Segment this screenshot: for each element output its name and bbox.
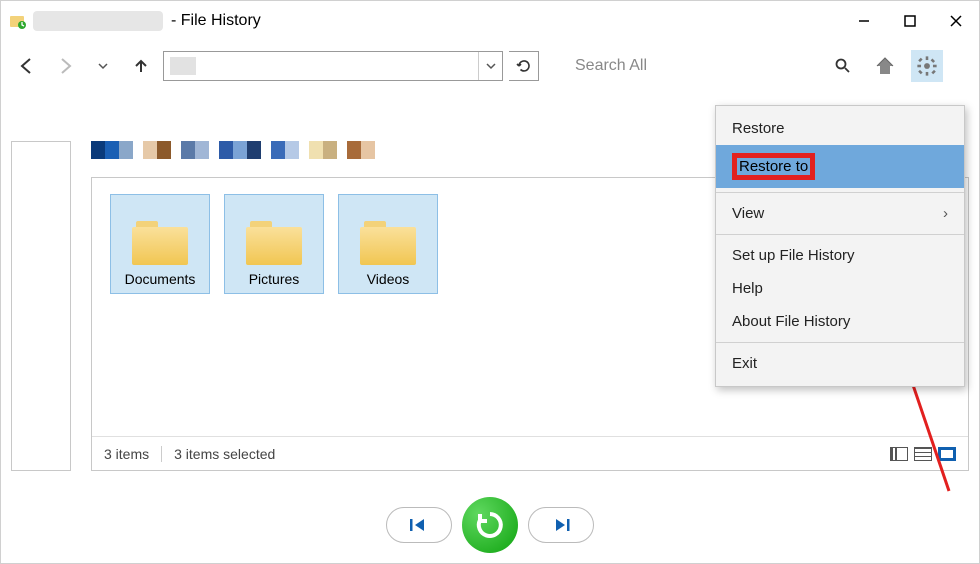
sidebar-panel[interactable] bbox=[11, 141, 71, 471]
chevron-right-icon: › bbox=[943, 205, 948, 222]
strip-swatch bbox=[271, 141, 285, 159]
address-input[interactable] bbox=[164, 52, 478, 80]
strip-swatch bbox=[247, 141, 261, 159]
strip-swatch bbox=[171, 141, 181, 159]
menu-label: About File History bbox=[732, 313, 850, 330]
details-view-button[interactable] bbox=[890, 447, 908, 461]
strip-swatch bbox=[309, 141, 323, 159]
menu-separator bbox=[716, 234, 964, 235]
search-placeholder: Search All bbox=[575, 57, 647, 75]
menu-setup[interactable]: Set up File History bbox=[716, 239, 964, 272]
maximize-button[interactable] bbox=[887, 1, 933, 41]
back-button[interactable] bbox=[11, 50, 43, 82]
strip-swatch bbox=[347, 141, 361, 159]
menu-view[interactable]: View › bbox=[716, 197, 964, 230]
next-version-button[interactable] bbox=[528, 507, 594, 543]
history-controls bbox=[1, 497, 979, 553]
menu-label: Restore to bbox=[739, 158, 808, 175]
list-view-button[interactable] bbox=[914, 447, 932, 461]
window-controls bbox=[841, 1, 979, 41]
folder-videos[interactable]: Videos bbox=[338, 194, 438, 294]
window-title: - File History bbox=[171, 12, 261, 30]
toolbar: Search All bbox=[1, 41, 979, 91]
history-dropdown[interactable] bbox=[87, 50, 119, 82]
menu-label: Help bbox=[732, 280, 763, 297]
search-input[interactable]: Search All bbox=[567, 51, 859, 81]
status-separator bbox=[161, 446, 162, 462]
menu-help[interactable]: Help bbox=[716, 272, 964, 305]
folder-icon bbox=[360, 221, 416, 265]
folder-documents[interactable]: Documents bbox=[110, 194, 210, 294]
menu-separator bbox=[716, 192, 964, 193]
item-count: 3 items bbox=[104, 446, 149, 462]
close-button[interactable] bbox=[933, 1, 979, 41]
address-bar[interactable] bbox=[163, 51, 503, 81]
file-history-window: - File History bbox=[0, 0, 980, 564]
restore-button[interactable] bbox=[462, 497, 518, 553]
item-label: Documents bbox=[125, 271, 196, 287]
folder-icon bbox=[132, 221, 188, 265]
strip-swatch bbox=[157, 141, 171, 159]
strip-swatch bbox=[105, 141, 119, 159]
strip-swatch bbox=[323, 141, 337, 159]
previous-version-button[interactable] bbox=[386, 507, 452, 543]
status-bar: 3 items 3 items selected bbox=[92, 436, 968, 470]
menu-restore-to[interactable]: Restore to bbox=[716, 145, 964, 188]
address-thumbnail bbox=[170, 57, 196, 75]
menu-label: Set up File History bbox=[732, 247, 855, 264]
view-switcher bbox=[890, 447, 956, 461]
settings-context-menu: Restore Restore to View › Set up File Hi… bbox=[715, 105, 965, 387]
strip-swatch bbox=[261, 141, 271, 159]
strip-swatch bbox=[181, 141, 195, 159]
refresh-button[interactable] bbox=[509, 51, 539, 81]
search-icon bbox=[835, 58, 851, 74]
strip-swatch bbox=[361, 141, 375, 159]
folder-icon bbox=[246, 221, 302, 265]
folder-pictures[interactable]: Pictures bbox=[224, 194, 324, 294]
strip-swatch bbox=[337, 141, 347, 159]
minimize-button[interactable] bbox=[841, 1, 887, 41]
selection-count: 3 items selected bbox=[174, 446, 275, 462]
menu-label: View bbox=[732, 205, 764, 222]
annotation-highlight: Restore to bbox=[732, 153, 815, 180]
strip-swatch bbox=[209, 141, 219, 159]
item-label: Pictures bbox=[249, 271, 300, 287]
item-label: Videos bbox=[367, 271, 410, 287]
menu-label: Exit bbox=[732, 355, 757, 372]
title-bar: - File History bbox=[1, 1, 979, 41]
menu-label: Restore bbox=[732, 120, 785, 137]
address-dropdown[interactable] bbox=[478, 52, 502, 80]
strip-swatch bbox=[285, 141, 299, 159]
strip-swatch bbox=[91, 141, 105, 159]
strip-swatch bbox=[143, 141, 157, 159]
strip-swatch bbox=[299, 141, 309, 159]
strip-swatch bbox=[219, 141, 233, 159]
strip-swatch bbox=[233, 141, 247, 159]
strip-swatch bbox=[195, 141, 209, 159]
menu-restore[interactable]: Restore bbox=[716, 112, 964, 145]
menu-exit[interactable]: Exit bbox=[716, 347, 964, 380]
title-redacted bbox=[33, 11, 163, 31]
menu-about[interactable]: About File History bbox=[716, 305, 964, 338]
settings-button[interactable] bbox=[911, 50, 943, 82]
strip-swatch bbox=[133, 141, 143, 159]
up-button[interactable] bbox=[125, 50, 157, 82]
home-button[interactable] bbox=[869, 50, 901, 82]
menu-separator bbox=[716, 342, 964, 343]
thumb-view-button[interactable] bbox=[938, 447, 956, 461]
app-icon bbox=[9, 12, 27, 30]
strip-swatch bbox=[119, 141, 133, 159]
forward-button[interactable] bbox=[49, 50, 81, 82]
